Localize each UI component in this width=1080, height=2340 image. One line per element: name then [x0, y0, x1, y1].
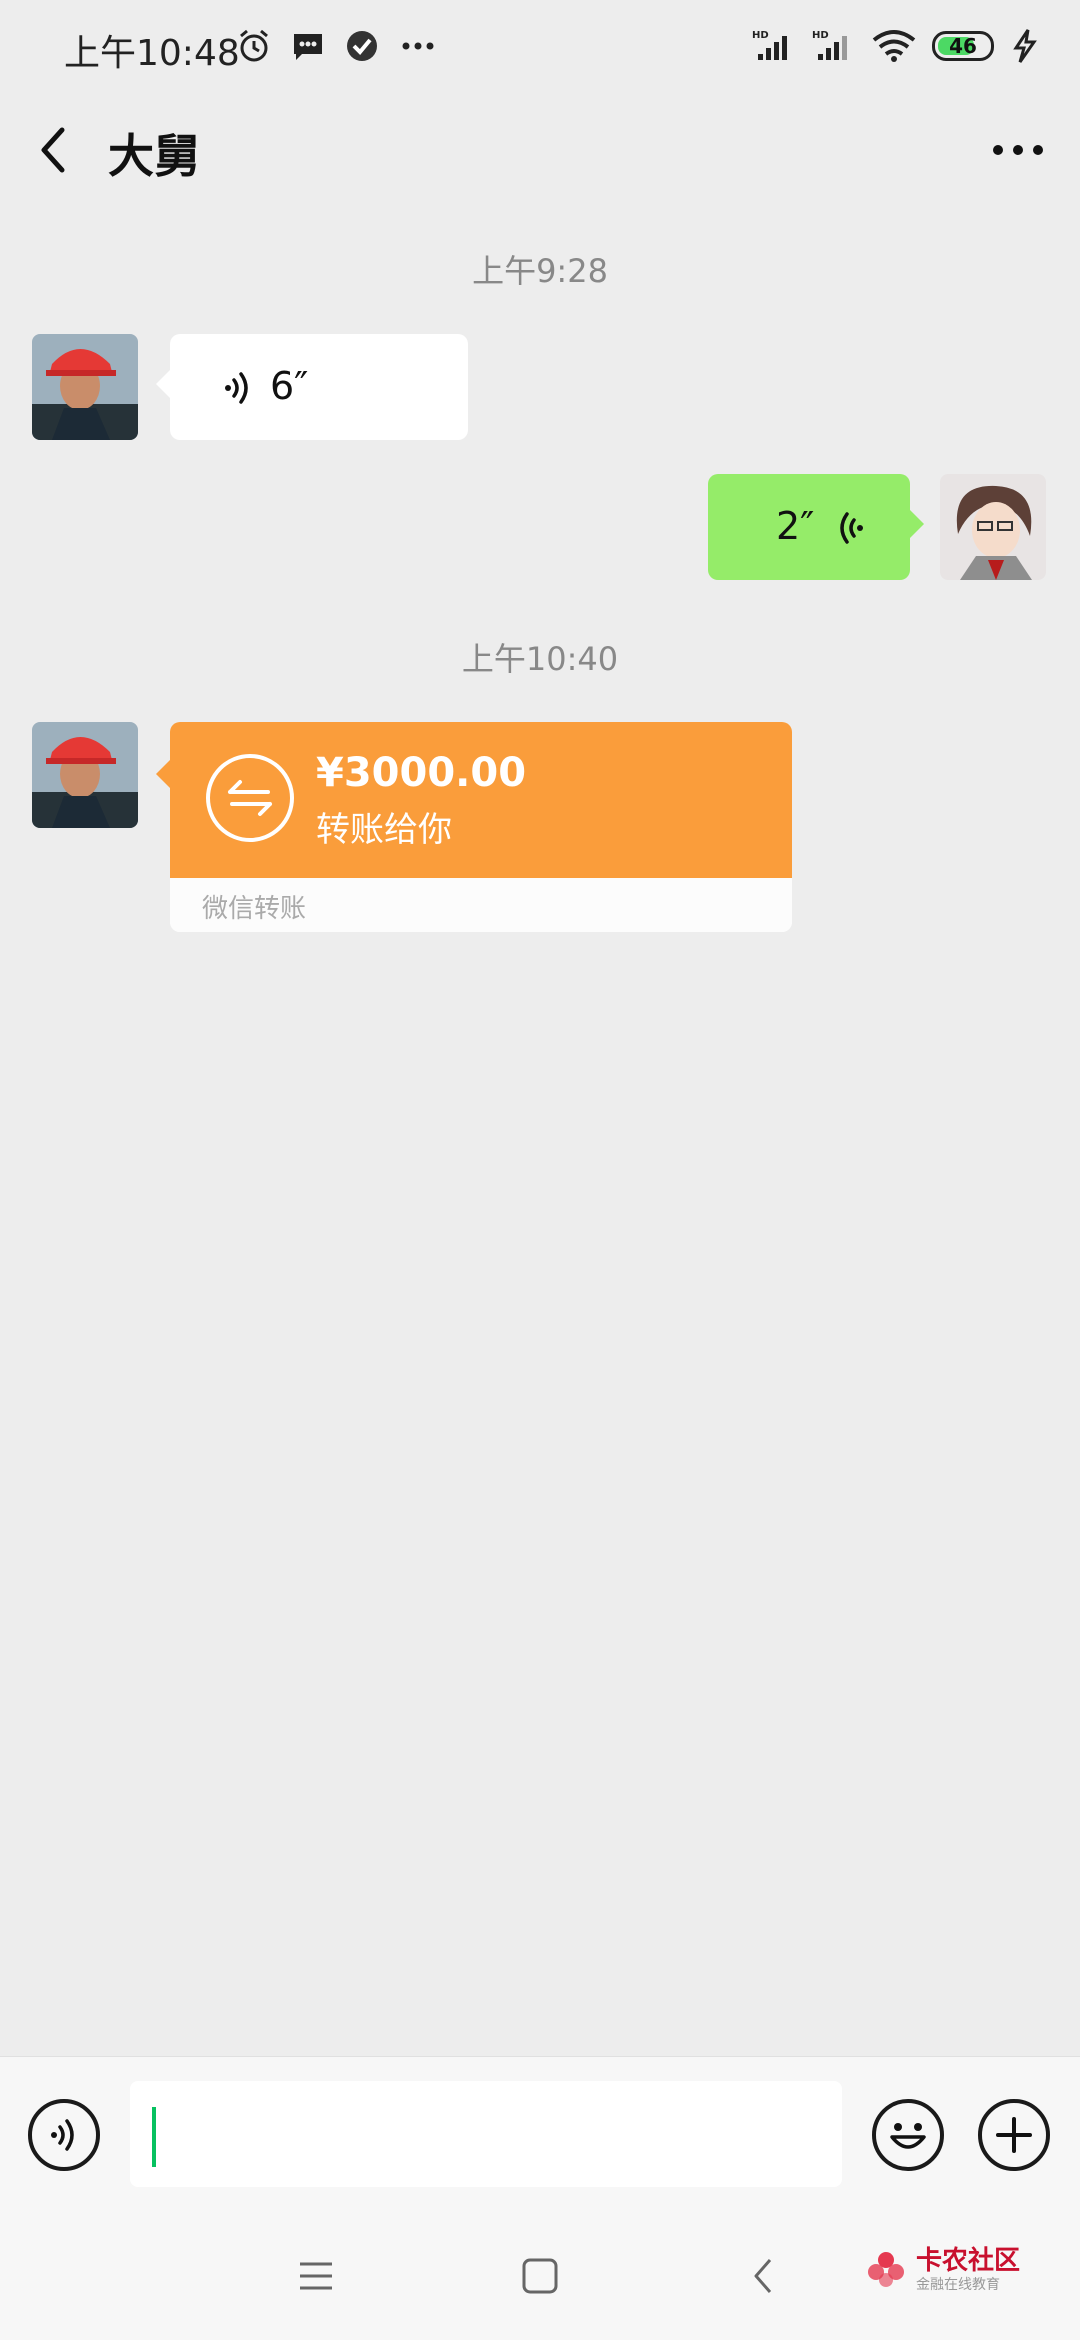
svg-text:HD: HD [752, 30, 769, 41]
voice-duration: 6″ [270, 364, 309, 408]
wifi-icon [872, 30, 916, 62]
text-cursor [152, 2107, 156, 2167]
plus-icon [996, 2117, 1032, 2153]
alarm-icon [240, 29, 268, 62]
svg-text:HD: HD [812, 30, 829, 41]
emoji-button[interactable] [872, 2099, 944, 2171]
system-nav-bar: 卡农社区 金融在线教育 [0, 2212, 1080, 2340]
transfer-amount: ¥3000.00 [316, 750, 527, 796]
more-functions-button[interactable] [978, 2099, 1050, 2171]
status-bar: 上午10:48 HD HD 46 [0, 0, 1080, 100]
transfer-message[interactable]: ¥3000.00 转账给你 微信转账 [170, 722, 792, 932]
transfer-card-top: ¥3000.00 转账给你 [170, 722, 792, 878]
back-icon[interactable] [28, 120, 78, 180]
menu-nav-icon[interactable] [294, 2254, 338, 2298]
status-time: 上午10:48 [64, 33, 240, 74]
transfer-subtitle: 转账给你 [316, 810, 452, 850]
emoji-icon [890, 2123, 926, 2149]
voice-input-button[interactable] [28, 2099, 100, 2171]
voice-wave-icon [225, 372, 248, 404]
input-bar [0, 2056, 1080, 2213]
avatar-self[interactable] [940, 474, 1046, 580]
signal-hd-icon: HD [752, 30, 787, 60]
watermark-subtitle: 金融在线教育 [915, 2277, 1000, 2293]
voice-wave-icon [51, 2119, 74, 2151]
status-system-icons: HD HD 46 [752, 28, 1040, 64]
battery-icon: 46 [932, 31, 994, 61]
message-timestamp: 上午9:28 [472, 252, 608, 290]
chat-header: 大舅 [0, 100, 1080, 212]
message-input[interactable] [130, 2081, 842, 2187]
voice-message-received[interactable]: 6″ [156, 334, 468, 440]
signal-hd-icon-2: HD [812, 30, 847, 60]
overflow-dots-icon [402, 42, 434, 50]
battery-level: 46 [949, 34, 977, 58]
transfer-arrows-icon [206, 754, 294, 842]
check-badge-icon [347, 31, 377, 61]
message-timestamp: 上午10:40 [461, 640, 619, 678]
home-nav-icon[interactable] [518, 2254, 562, 2298]
avatar-contact[interactable] [32, 722, 138, 828]
status-notification-icons [236, 28, 438, 64]
avatar-contact[interactable] [32, 334, 138, 440]
transfer-card-bottom: 微信转账 [170, 878, 792, 932]
voice-wave-icon [840, 512, 863, 544]
watermark: 卡农社区 金融在线教育 [866, 2248, 1020, 2292]
chat-title: 大舅 [108, 129, 200, 183]
voice-duration: 2″ [776, 504, 815, 548]
message-icon [294, 34, 322, 60]
voice-message-sent[interactable]: 2″ [708, 474, 924, 580]
transfer-pointer [156, 760, 170, 788]
flower-logo-icon [867, 2252, 904, 2287]
watermark-title: 卡农社区 [915, 2246, 1020, 2276]
charging-icon [1013, 29, 1037, 63]
more-icon[interactable] [990, 140, 1046, 160]
transfer-footer: 微信转账 [202, 894, 307, 924]
back-nav-icon[interactable] [742, 2254, 786, 2298]
